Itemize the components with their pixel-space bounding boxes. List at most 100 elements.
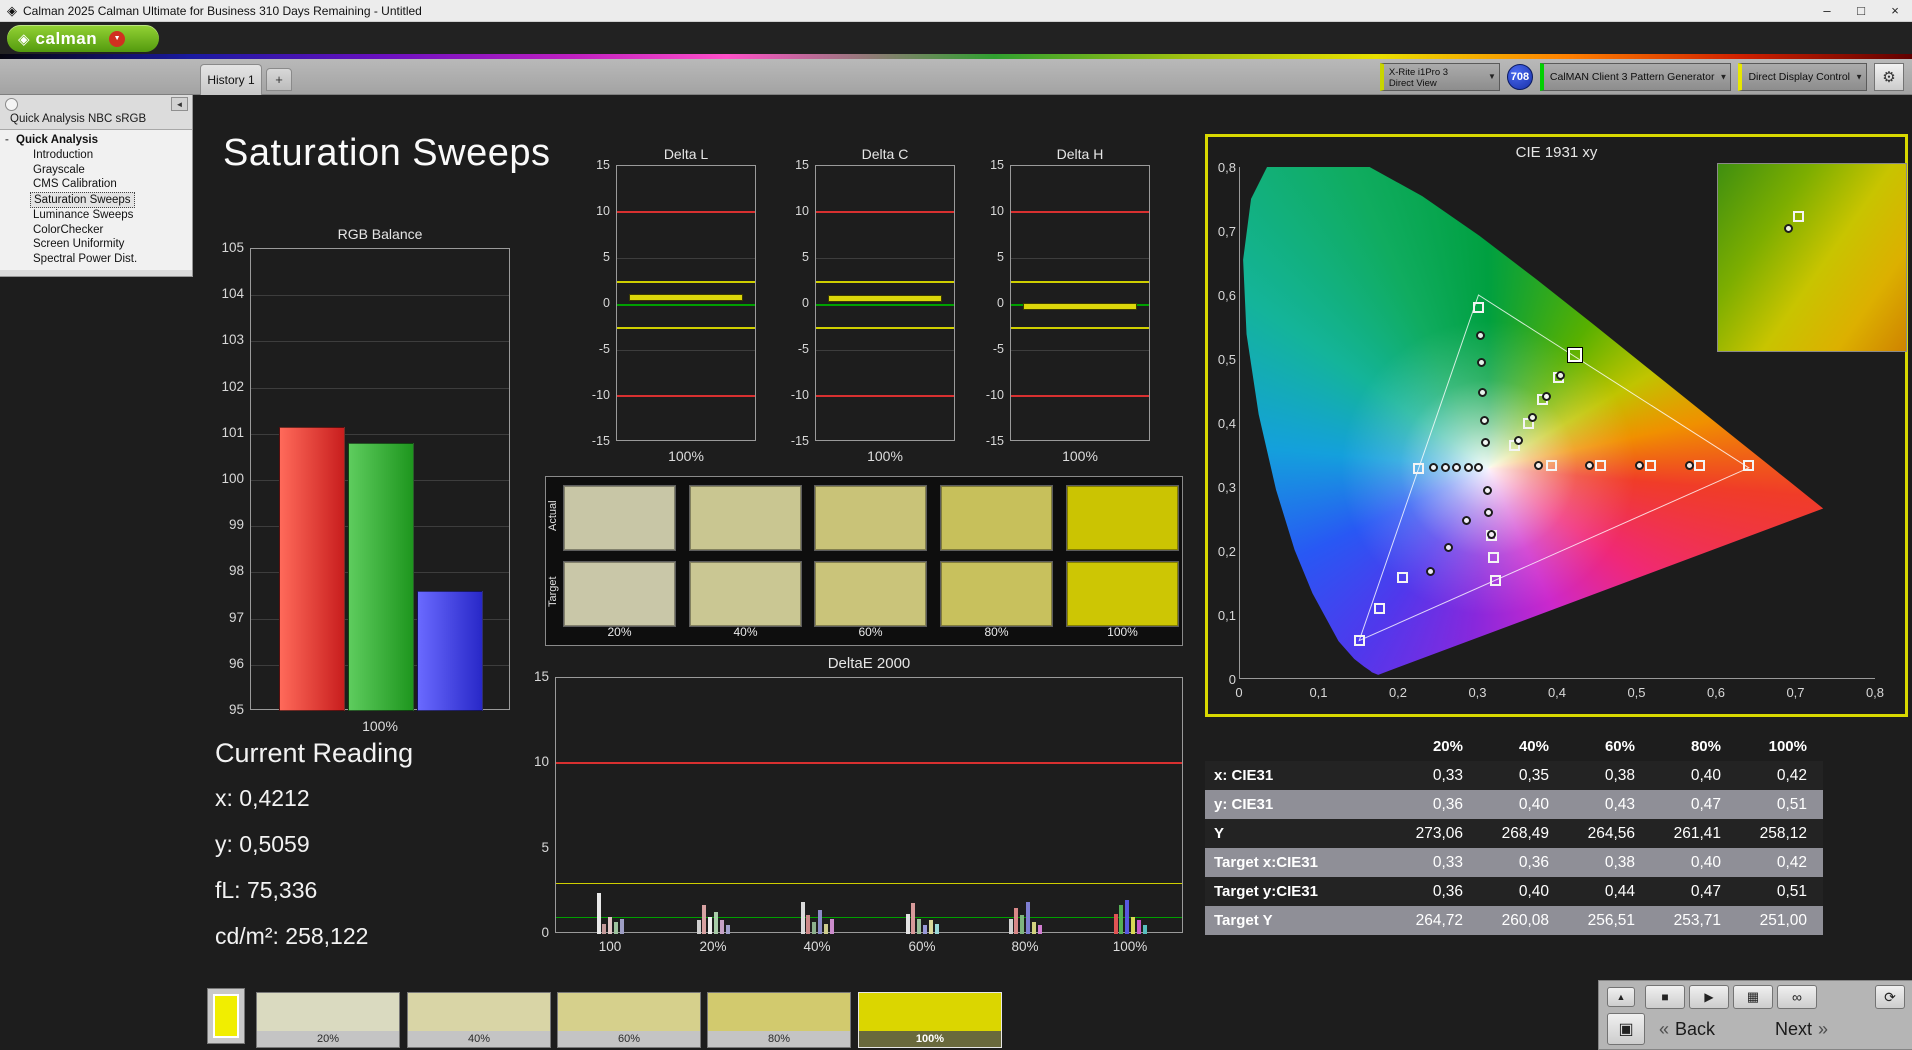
sidebar-tree-items: Introduction Grayscale CMS Calibration Satu… (0, 148, 192, 266)
measurement-circle-marker (1481, 437, 1491, 447)
y-axis-label: 0 (802, 296, 809, 310)
x-axis-label: 0,5 (1627, 685, 1646, 700)
current-color-swatch[interactable] (207, 988, 245, 1044)
table-cell: 0,51 (1776, 882, 1807, 900)
pattern-generator-dropdown[interactable]: CalMAN Client 3 Pattern Generator ▼ (1539, 63, 1732, 91)
pattern-window-button[interactable]: ▣ (1607, 1013, 1645, 1045)
sidebar-options-button[interactable] (5, 98, 18, 111)
y-axis-label: 99 (228, 517, 244, 533)
actual-patch-100% (1066, 485, 1179, 551)
next-button[interactable]: Next » (1775, 1019, 1828, 1040)
saturation-data-table: 20% 40% 60% 80% 100% x: CIE31 0,33 0,35 0,38 0,40… (1205, 732, 1823, 935)
target-square-marker (1644, 460, 1656, 472)
add-tab-button[interactable]: + (266, 68, 292, 91)
tolerance-line-yellow (1011, 327, 1149, 329)
cie-zoom-inset[interactable] (1717, 163, 1907, 352)
deltae-bar (905, 913, 910, 934)
target-patch-60% (814, 561, 927, 627)
sidebar-item-introduction[interactable]: Introduction (0, 148, 192, 163)
deltae-plot (555, 677, 1183, 934)
row-label: y: CIE31 (1214, 796, 1274, 813)
settings-button[interactable]: ⚙ (1874, 63, 1904, 91)
tree-root-node[interactable]: Quick Analysis (0, 133, 192, 148)
gridline (617, 258, 755, 259)
deltae-bar (823, 923, 828, 934)
x-axis-label: 0,2 (1388, 685, 1408, 700)
current-reading: Current Reading x: 0,4212 y: 0,5059 fL: … (215, 738, 413, 969)
deltae-bar (613, 922, 618, 934)
save-button[interactable]: ▦ (1733, 985, 1773, 1009)
refresh-button[interactable]: ⟳ (1875, 985, 1905, 1009)
stop-button[interactable]: ■ (1645, 985, 1685, 1009)
display-control-dropdown[interactable]: Direct Display Control ▼ (1738, 63, 1867, 91)
sidebar-collapse-button[interactable]: ◄ (171, 97, 188, 111)
y-axis-label: -10 (790, 388, 809, 402)
x-axis-label: 0,7 (1786, 685, 1805, 700)
gridline (617, 350, 755, 351)
table-row: Y 273,06 268,49 264,56 261,41 258,12 (1205, 819, 1823, 848)
deltae-bar (708, 916, 713, 934)
level-patch-100%[interactable]: 100% (858, 992, 1002, 1048)
window-title: Calman 2025 Calman Ultimate for Business… (23, 3, 422, 18)
tolerance-line-yellow (617, 327, 755, 329)
meter-dropdown[interactable]: X-Rite i1Pro 3 Direct View ▼ (1379, 63, 1500, 91)
minimize-button[interactable]: – (1810, 0, 1844, 21)
y-axis-label: 96 (228, 655, 244, 671)
y-axis-label: 95 (228, 702, 244, 717)
deltae-bar (702, 904, 707, 934)
workflow-tree: Quick Analysis Introduction Grayscale CMS … (0, 129, 192, 270)
maximize-button[interactable]: □ (1844, 0, 1878, 21)
y-axis-label: 0 (1228, 672, 1236, 687)
patch-label: 60% (558, 1031, 700, 1047)
x-axis-label: 0,1 (1309, 685, 1328, 700)
sidebar-item-grayscale[interactable]: Grayscale (0, 163, 192, 178)
next-label: Next (1775, 1019, 1813, 1039)
pattern-generator-label: CalMAN Client 3 Pattern Generator (1549, 71, 1715, 83)
measurement-circle-marker (1451, 463, 1461, 473)
save-icon: ▦ (1746, 989, 1760, 1004)
y-axis-label: 100 (221, 471, 244, 486)
deltae-bar (719, 920, 724, 934)
delta-l-title: Delta L (663, 146, 709, 162)
sidebar-item-spectral-power-dist-[interactable]: Spectral Power Dist. (0, 252, 192, 267)
target-square-marker (1353, 635, 1365, 647)
sidebar-item-screen-uniformity[interactable]: Screen Uniformity (0, 237, 192, 252)
y-axis-label: 0,1 (1217, 608, 1236, 623)
table-cell: 0,42 (1776, 766, 1807, 784)
table-column-header: 60% (1604, 738, 1635, 755)
tolerance-line-red (617, 395, 755, 397)
deltae-bar (725, 925, 730, 934)
deltae-bar (1119, 904, 1124, 934)
deltae-bar (1131, 916, 1135, 934)
y-axis-label: 104 (221, 286, 244, 302)
patch-col-label: 80% (984, 625, 1009, 639)
x-axis-label: 0 (1235, 685, 1243, 700)
tab-history-1[interactable]: History 1 (200, 64, 262, 95)
calman-menu-button[interactable]: ◈ calman ▼ (7, 25, 159, 52)
x-axis-label: 0,6 (1706, 685, 1726, 700)
level-patch-40%[interactable]: 40% (407, 992, 551, 1048)
sidebar-item-saturation-sweeps[interactable]: Saturation Sweeps (0, 191, 192, 208)
level-patch-80%[interactable]: 80% (707, 992, 851, 1048)
gridline (816, 350, 954, 351)
level-patch-20%[interactable]: 20% (256, 992, 400, 1048)
patch-col-label: 60% (858, 625, 883, 639)
sidebar-item-label: Luminance Sweeps (33, 209, 134, 221)
x-axis-label: 20% (699, 939, 727, 954)
sidebar-item-colorchecker[interactable]: ColorChecker (0, 223, 192, 238)
table-cell: 0,33 (1432, 766, 1463, 784)
logo-bar: ◈ calman ▼ (0, 22, 1912, 54)
back-button[interactable]: « Back (1659, 1019, 1715, 1040)
play-button[interactable]: ▶ (1689, 985, 1729, 1009)
target-square-marker (1595, 460, 1607, 472)
tolerance-line-red (617, 211, 755, 213)
measurement-circle-marker (1440, 463, 1450, 473)
sidebar-item-cms-calibration[interactable]: CMS Calibration (0, 177, 192, 192)
patch-color (558, 993, 700, 1031)
close-button[interactable]: × (1878, 0, 1912, 21)
loop-button[interactable]: ∞ (1777, 985, 1817, 1009)
meter-status-badge[interactable]: 708 (1506, 64, 1533, 90)
level-patch-60%[interactable]: 60% (557, 992, 701, 1048)
sidebar-item-luminance-sweeps[interactable]: Luminance Sweeps (0, 208, 192, 223)
eject-button[interactable]: ▲ (1607, 987, 1635, 1007)
